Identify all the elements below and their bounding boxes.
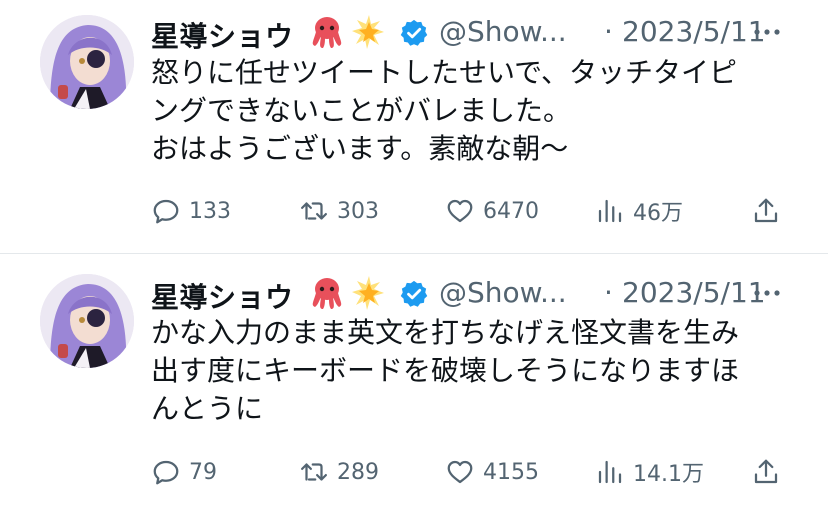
more-icon[interactable] bbox=[750, 18, 784, 46]
tweet-date[interactable]: 2023/5/11 bbox=[622, 15, 766, 48]
views-button[interactable]: 14.1万 bbox=[595, 452, 704, 492]
like-button[interactable]: 6470 bbox=[445, 191, 539, 231]
separator-dot: · bbox=[604, 15, 613, 48]
tweet-date[interactable]: 2023/5/11 bbox=[622, 276, 766, 309]
avatar[interactable] bbox=[40, 274, 134, 368]
tweet-divider bbox=[0, 253, 828, 254]
avatar-image bbox=[40, 274, 134, 368]
user-handle[interactable]: @Show... bbox=[439, 276, 567, 309]
retweet-count: 303 bbox=[337, 198, 379, 224]
tweet-actions: 79 289 4155 14.1万 bbox=[151, 452, 791, 492]
avatar[interactable] bbox=[40, 15, 134, 109]
like-count: 4155 bbox=[483, 459, 539, 485]
reply-icon bbox=[153, 199, 179, 224]
views-icon bbox=[598, 199, 622, 223]
reply-count: 79 bbox=[189, 459, 217, 485]
like-button[interactable]: 4155 bbox=[445, 452, 539, 492]
octopus-emoji bbox=[312, 17, 342, 48]
retweet-button[interactable]: 289 bbox=[299, 452, 379, 492]
reply-icon bbox=[153, 460, 179, 485]
tweet-text: 怒りに任せツイートしたせいで、タッチタイピ ングできないことがバレました。 おは… bbox=[151, 56, 738, 165]
like-icon bbox=[447, 460, 473, 484]
avatar-image bbox=[40, 15, 134, 109]
display-name[interactable]: 星導ショウ bbox=[151, 15, 294, 55]
user-handle[interactable]: @Show... bbox=[439, 15, 567, 48]
reply-count: 133 bbox=[189, 198, 231, 224]
retweet-button[interactable]: 303 bbox=[299, 191, 379, 231]
share-icon bbox=[754, 459, 778, 484]
tweet-text: かな入力のまま英文を打ちなげえ怪文書を生み 出す度にキーボードを破壊しそうになり… bbox=[151, 316, 740, 425]
tweet[interactable]: 星導ショウ @Show... · 2023/5/11 かな入力のまま英文を打ちな… bbox=[0, 255, 828, 512]
like-count: 6470 bbox=[483, 198, 539, 224]
display-name[interactable]: 星導ショウ bbox=[151, 276, 294, 316]
verified-badge-icon[interactable] bbox=[399, 18, 429, 48]
like-icon bbox=[447, 199, 473, 223]
retweet-icon bbox=[301, 463, 327, 481]
share-icon bbox=[754, 198, 778, 223]
retweet-icon bbox=[301, 202, 327, 220]
octopus-emoji bbox=[312, 278, 342, 309]
views-button[interactable]: 46万 bbox=[595, 191, 683, 231]
glowing-star-emoji bbox=[352, 15, 384, 49]
tweet[interactable]: 星導ショウ @Show... · 2023/5/11 怒りに任せツイートしたせい… bbox=[0, 0, 828, 254]
view-count: 14.1万 bbox=[633, 462, 704, 487]
separator-dot: · bbox=[604, 276, 613, 309]
share-button[interactable] bbox=[751, 191, 789, 231]
glowing-star-emoji bbox=[352, 276, 384, 310]
share-button[interactable] bbox=[751, 452, 789, 492]
views-icon bbox=[598, 460, 622, 484]
reply-button[interactable]: 79 bbox=[151, 452, 217, 492]
reply-button[interactable]: 133 bbox=[151, 191, 231, 231]
view-count: 46万 bbox=[633, 201, 683, 226]
retweet-count: 289 bbox=[337, 459, 379, 485]
tweet-header: 星導ショウ @Show... · 2023/5/11 bbox=[151, 12, 811, 55]
tweet-header: 星導ショウ @Show... · 2023/5/11 bbox=[151, 273, 811, 316]
tweet-actions: 133 303 6470 46万 bbox=[151, 191, 791, 231]
verified-badge-icon[interactable] bbox=[399, 279, 429, 309]
more-icon[interactable] bbox=[750, 279, 784, 307]
